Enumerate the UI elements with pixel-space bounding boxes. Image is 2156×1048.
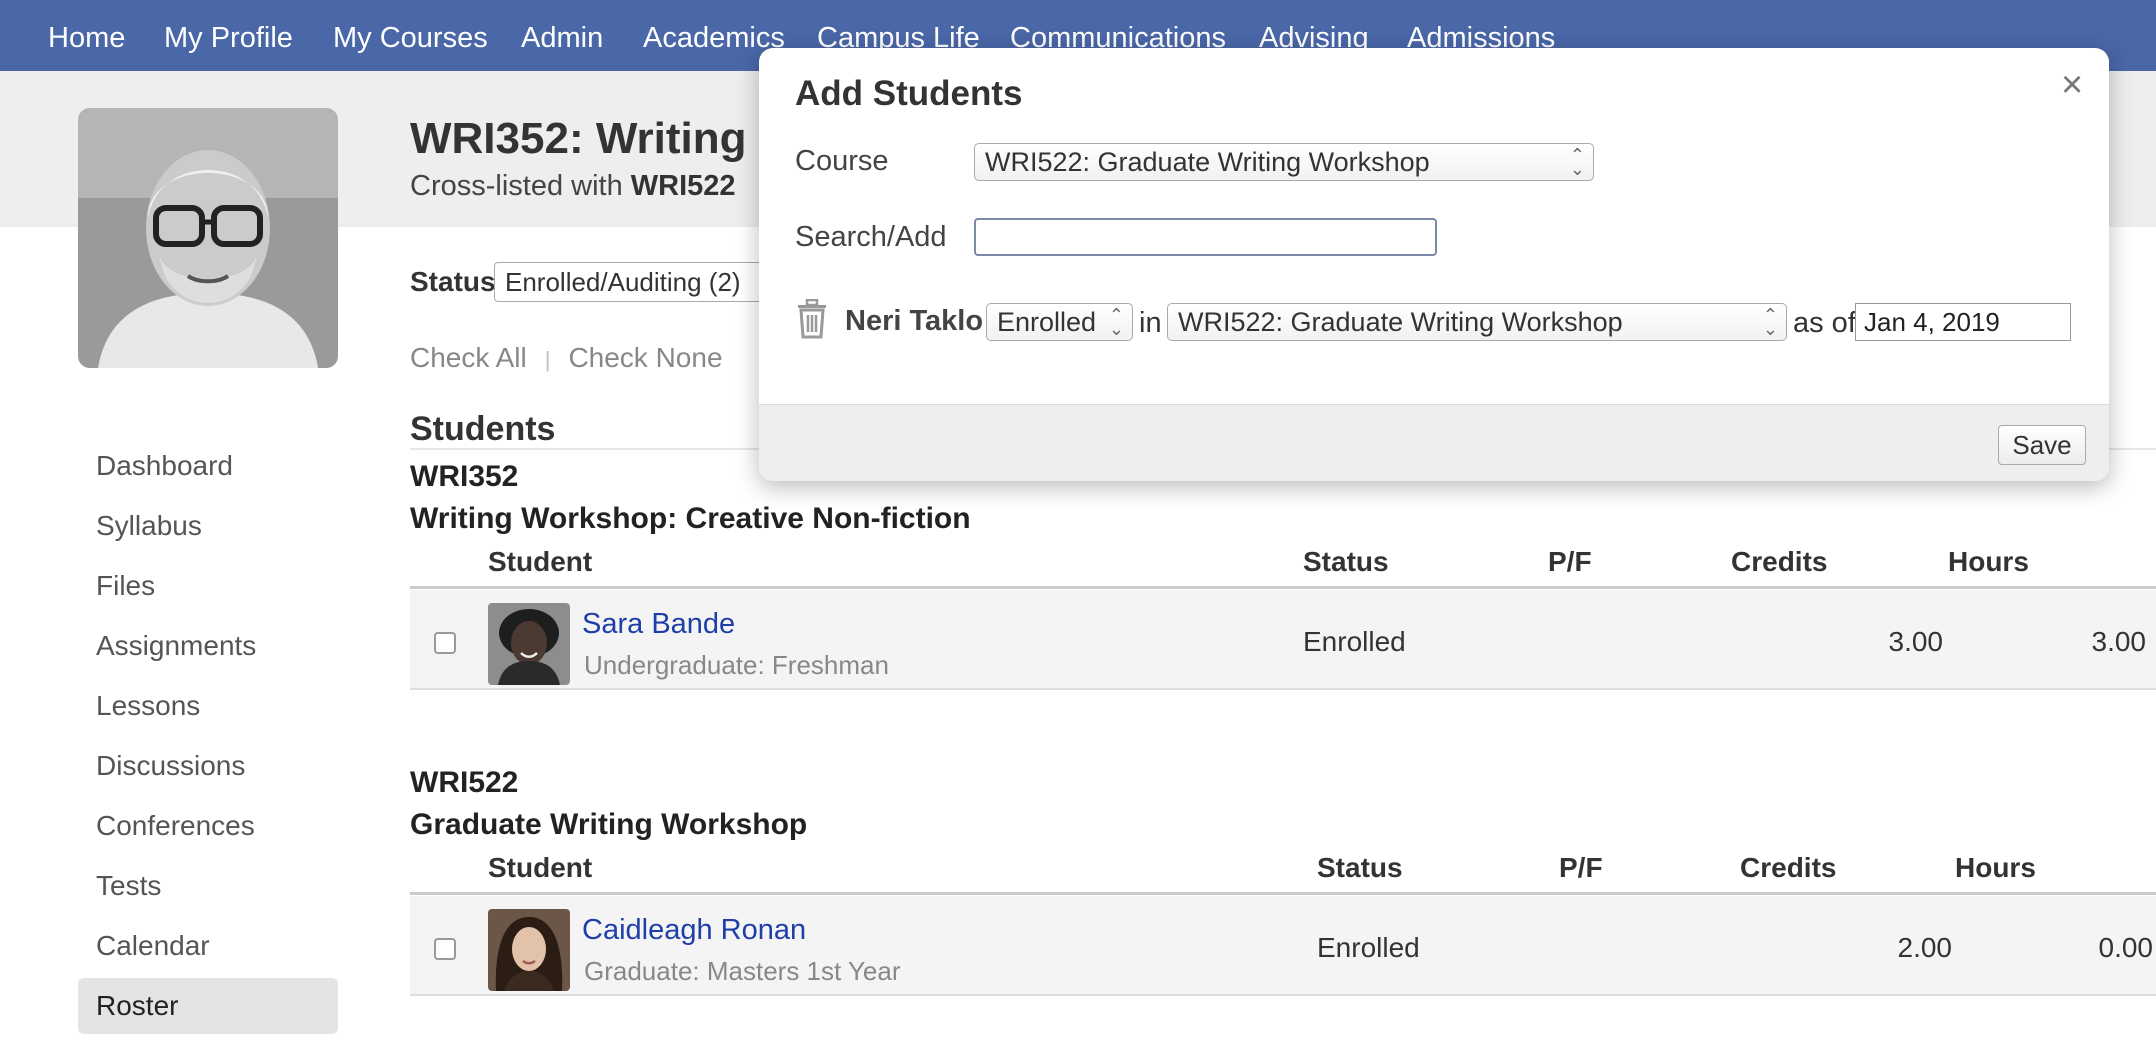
sidebar-item-dashboard[interactable]: Dashboard	[78, 438, 338, 494]
column-header-credits: Credits	[1740, 852, 1837, 883]
status-filter-label: Status	[410, 266, 496, 297]
cross-listed-code: WRI522	[630, 170, 736, 202]
sidebar-item-discussions[interactable]: Discussions	[78, 738, 338, 794]
chevron-updown-icon: ⌃ ⌄	[1108, 305, 1124, 339]
column-header-status: Status	[1317, 852, 1403, 883]
student-description: Undergraduate: Freshman	[584, 650, 889, 680]
section-name: Writing Workshop: Creative Non-fiction	[410, 502, 971, 535]
student-name-link[interactable]: Sara Bande	[582, 608, 735, 641]
column-header-pf: P/F	[1559, 852, 1603, 883]
modal-footer: Save	[759, 404, 2109, 481]
pending-status-select[interactable]: Enrolled ⌃ ⌄	[986, 303, 1133, 341]
course-label: Course	[795, 145, 889, 177]
cross-listed-prefix: Cross-listed with	[410, 170, 631, 202]
table-header-rule	[410, 586, 2156, 589]
check-links-separator: |	[544, 347, 551, 372]
nav-my-profile[interactable]: My Profile	[164, 22, 293, 55]
column-header-pf: P/F	[1548, 546, 1592, 577]
check-links: Check All | Check None	[410, 342, 723, 374]
pending-student-name: Neri Taklo	[845, 305, 984, 337]
instructor-photo	[78, 108, 338, 368]
cross-listed-text: Cross-listed with WRI522	[410, 170, 736, 203]
sidebar-item-syllabus[interactable]: Syllabus	[78, 498, 338, 554]
check-none-link[interactable]: Check None	[568, 342, 722, 373]
in-text: in	[1139, 307, 1162, 339]
students-heading: Students	[410, 410, 556, 448]
as-of-text: as of	[1793, 307, 1856, 339]
search-add-label: Search/Add	[795, 221, 947, 253]
sidebar-item-roster[interactable]: Roster	[78, 978, 338, 1034]
table-header-rule	[410, 892, 2156, 895]
course-title: WRI352: Writing W	[410, 114, 801, 163]
row-checkbox[interactable]	[434, 938, 456, 960]
nav-home[interactable]: Home	[48, 22, 125, 55]
sidebar-item-conferences[interactable]: Conferences	[78, 798, 338, 854]
status-filter-select[interactable]: Enrolled/Auditing (2)	[494, 262, 764, 302]
close-icon[interactable]: ×	[2061, 64, 2083, 107]
trash-icon[interactable]	[795, 299, 829, 339]
student-name-link[interactable]: Caidleagh Ronan	[582, 914, 806, 947]
pending-status-value: Enrolled	[997, 307, 1097, 337]
sidebar-item-files[interactable]: Files	[78, 558, 338, 614]
modal-title: Add Students	[795, 74, 1023, 113]
pending-course-select[interactable]: WRI522: Graduate Writing Workshop ⌃ ⌄	[1167, 303, 1787, 341]
column-header-hours: Hours	[1955, 852, 2036, 883]
student-status: Enrolled	[1317, 932, 1420, 963]
course-select-value: WRI522: Graduate Writing Workshop	[985, 147, 1430, 177]
row-checkbox[interactable]	[434, 632, 456, 654]
avatar	[488, 909, 570, 991]
chevron-updown-icon: ⌃ ⌄	[1762, 305, 1778, 339]
sidebar-item-tests[interactable]: Tests	[78, 858, 338, 914]
sidebar-item-assignments[interactable]: Assignments	[78, 618, 338, 674]
column-header-hours: Hours	[1948, 546, 2029, 577]
nav-my-courses[interactable]: My Courses	[333, 22, 488, 55]
check-all-link[interactable]: Check All	[410, 342, 527, 373]
section-code: WRI352	[410, 460, 519, 493]
sidebar-item-calendar[interactable]: Calendar	[78, 918, 338, 974]
student-description: Graduate: Masters 1st Year	[584, 956, 901, 986]
table-row: Sara Bande Undergraduate: Freshman Enrol…	[410, 590, 2156, 690]
section-name: Graduate Writing Workshop	[410, 808, 808, 841]
nav-admin[interactable]: Admin	[521, 22, 603, 55]
student-credits: 2.00	[1897, 932, 1953, 963]
save-button[interactable]: Save	[1998, 425, 2086, 465]
student-hours: 0.00	[2098, 932, 2154, 963]
pending-course-value: WRI522: Graduate Writing Workshop	[1178, 307, 1623, 337]
as-of-date-input[interactable]: Jan 4, 2019	[1855, 303, 2071, 341]
column-header-credits: Credits	[1731, 546, 1828, 577]
column-header-status: Status	[1303, 546, 1389, 577]
table-row: Caidleagh Ronan Graduate: Masters 1st Ye…	[410, 896, 2156, 996]
section-code: WRI522	[410, 766, 519, 799]
sidebar-item-lessons[interactable]: Lessons	[78, 678, 338, 734]
student-status: Enrolled	[1303, 626, 1406, 657]
student-hours: 3.00	[2091, 626, 2147, 657]
student-credits: 3.00	[1888, 626, 1944, 657]
search-add-input[interactable]	[974, 218, 1437, 256]
avatar	[488, 603, 570, 685]
column-header-student: Student	[488, 546, 593, 577]
course-select[interactable]: WRI522: Graduate Writing Workshop ⌃ ⌄	[974, 143, 1594, 181]
add-students-modal: Add Students × Course WRI522: Graduate W…	[759, 48, 2109, 481]
column-header-student: Student	[488, 852, 593, 883]
chevron-updown-icon: ⌃ ⌄	[1569, 145, 1585, 179]
